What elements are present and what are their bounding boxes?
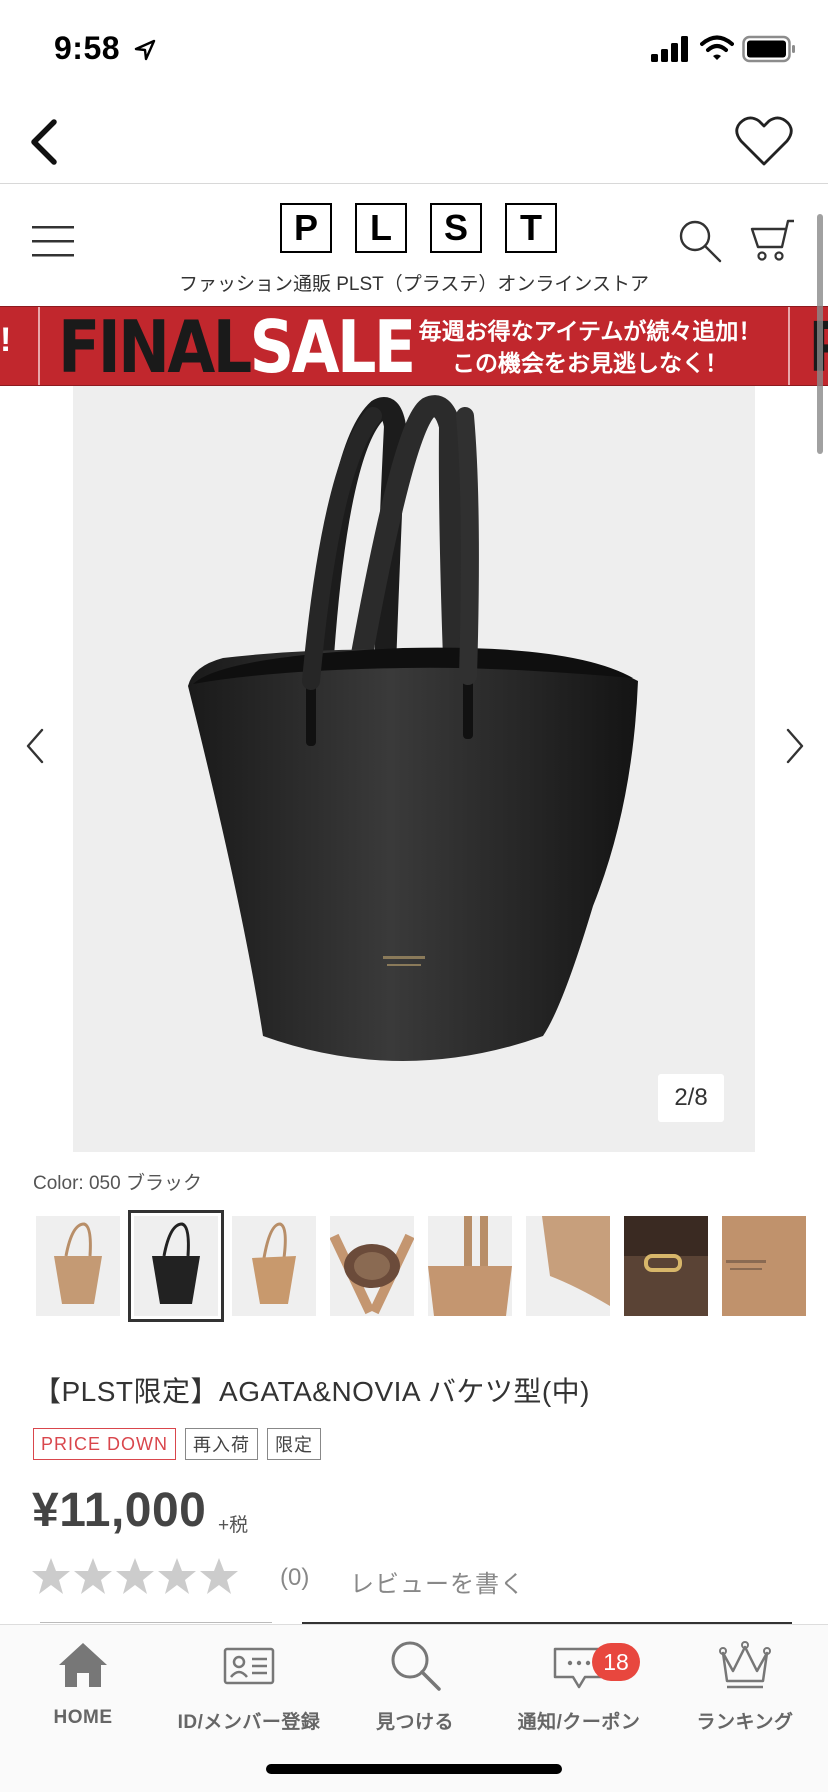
product-main-image[interactable] (73, 386, 755, 1152)
thumbnail-image[interactable] (330, 1216, 414, 1316)
thumbnail-image[interactable] (722, 1216, 806, 1316)
battery-icon (742, 35, 795, 63)
thumbnail-image[interactable] (232, 1216, 316, 1316)
tab-id-member[interactable]: ID/メンバー登録 (166, 1637, 332, 1757)
page-scrollbar[interactable] (817, 214, 823, 454)
thumbnail-strip (36, 1210, 828, 1322)
plst-logo[interactable]: P L S T (280, 203, 557, 253)
star-icon (74, 1558, 112, 1594)
product-price: ¥11,000 (32, 1484, 207, 1537)
banner-divider (788, 307, 790, 385)
logo-letter: S (430, 203, 482, 253)
limited-tag: 限定 (267, 1428, 321, 1460)
status-bar: 9:58 (0, 0, 828, 100)
chevron-left-icon[interactable] (18, 114, 74, 170)
sale-message: 毎週お得なアイテムが続々追加！ この機会をお見逃しなく！ (400, 315, 780, 379)
final-word: FINAL (58, 306, 252, 386)
thumbnail-image-selected[interactable] (128, 1210, 224, 1322)
sale-message-line1: 毎週お得なアイテムが続々追加！ (418, 318, 762, 344)
status-time: 9:58 (54, 30, 121, 66)
chevron-left-icon[interactable] (20, 726, 52, 766)
search-icon[interactable] (676, 217, 724, 265)
write-review-link[interactable]: レビューを書く (350, 1564, 525, 1599)
logo-letter: P (280, 203, 332, 253)
color-label: Color: 050 ブラック (33, 1173, 202, 1194)
tab-label: 通知/クーポン (517, 1712, 641, 1733)
bucket-bag-image (188, 395, 638, 1061)
tab-label: ID/メンバー登録 (177, 1712, 321, 1733)
thumbnail-image[interactable] (428, 1216, 512, 1316)
thumbnail-image[interactable] (526, 1216, 610, 1316)
product-tags: PRICE DOWN 再入荷 限定 (33, 1428, 321, 1460)
site-tagline: ファッション通販 PLST（プラステ）オンラインストア (178, 274, 650, 295)
tab-label: ランキング (696, 1712, 794, 1733)
tab-label: 見つける (375, 1712, 454, 1733)
search-icon (391, 1641, 441, 1691)
home-icon (59, 1643, 107, 1687)
logo-letter: L (355, 203, 407, 253)
sale-message-line2: この機会をお見逃しなく！ (452, 350, 728, 376)
sale-edge-left: ! (0, 321, 12, 359)
home-indicator (266, 1764, 562, 1774)
section-divider (40, 1622, 272, 1623)
final-sale-banner[interactable]: ! FINALSALE 毎週お得なアイテムが続々追加！ この機会をお見逃しなく！… (0, 306, 828, 386)
tab-discover[interactable]: 見つける (332, 1637, 498, 1757)
sale-word: SALE (249, 306, 417, 386)
banner-divider (38, 307, 40, 385)
nav-bar (0, 100, 828, 184)
hamburger-menu-icon[interactable] (30, 220, 76, 262)
star-icon (200, 1558, 238, 1594)
tab-home[interactable]: HOME (0, 1637, 166, 1757)
final-sale-title: FINALSALE (58, 306, 417, 386)
restock-tag: 再入荷 (185, 1428, 258, 1460)
id-card-icon (223, 1647, 275, 1685)
chevron-right-icon[interactable] (778, 726, 810, 766)
tab-notifications[interactable]: 通知/クーポン 18 (496, 1637, 662, 1757)
star-icon (158, 1558, 196, 1594)
logo-letter: T (505, 203, 557, 253)
thumbnail-image[interactable] (36, 1216, 120, 1316)
review-count: (0) (280, 1564, 310, 1591)
product-title: 【PLST限定】AGATA&NOVIA バケツ型(中) (33, 1376, 590, 1407)
signal-bars-icon (651, 36, 688, 62)
thumbnail-image[interactable] (624, 1216, 708, 1316)
tab-ranking[interactable]: ランキング (662, 1637, 828, 1757)
star-icon (116, 1558, 154, 1594)
wifi-icon (700, 35, 734, 60)
tax-note: +税 (218, 1515, 249, 1536)
price-down-tag: PRICE DOWN (33, 1428, 176, 1460)
tab-label: HOME (53, 1707, 113, 1728)
site-header: P L S T ファッション通販 PLST（プラステ）オンラインストア (0, 185, 828, 305)
cart-icon[interactable] (748, 215, 798, 265)
crown-icon (719, 1641, 771, 1689)
image-counter: 2/8 (658, 1074, 724, 1122)
heart-icon[interactable] (733, 112, 795, 172)
location-arrow-icon (134, 39, 156, 61)
star-icon (32, 1558, 70, 1594)
rating-stars (31, 1556, 239, 1596)
notification-badge: 18 (592, 1643, 640, 1681)
